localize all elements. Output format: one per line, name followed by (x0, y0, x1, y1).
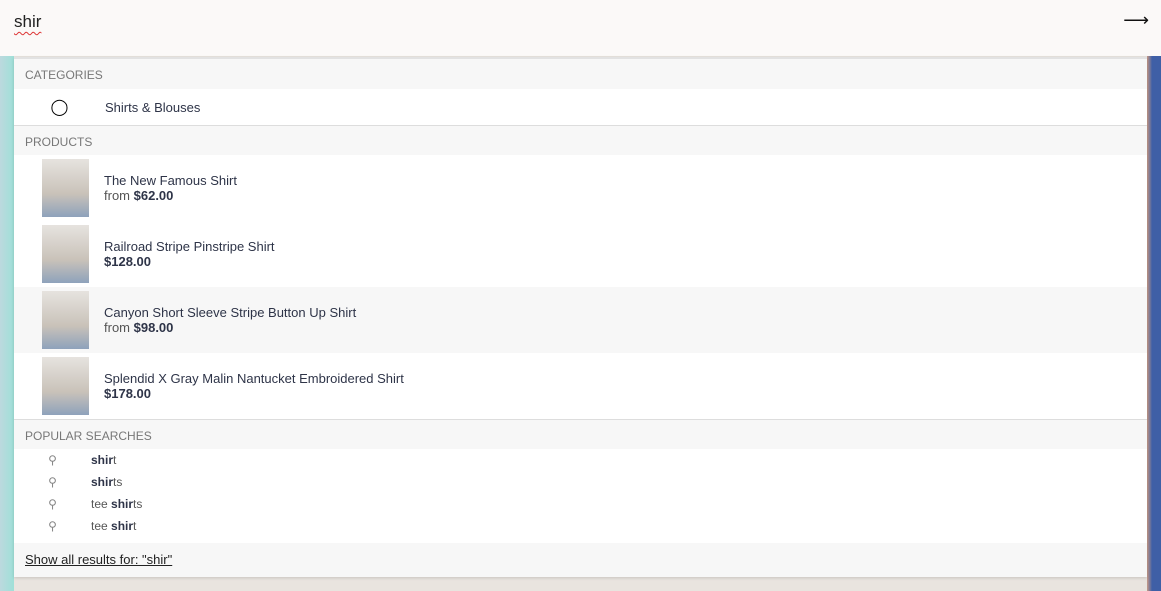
product-name: Splendid X Gray Malin Nantucket Embroide… (104, 371, 404, 386)
product-price: from $62.00 (104, 188, 174, 203)
popular-searches-header: POPULAR SEARCHES (14, 419, 1147, 449)
search-icon: ⚲ (48, 453, 57, 467)
product-price: from $98.00 (104, 320, 174, 335)
product-name: The New Famous Shirt (104, 173, 237, 188)
product-thumbnail (42, 357, 89, 415)
popular-search-label: shirt (91, 453, 117, 467)
popular-search-item[interactable]: ⚲ shirts (14, 471, 1147, 493)
search-suggestions-dropdown: CATEGORIES ◯ Shirts & Blouses PRODUCTS T… (14, 57, 1147, 577)
arrow-right-icon[interactable]: ⟶ (1123, 10, 1149, 31)
categories-header: CATEGORIES (14, 59, 1147, 89)
product-item[interactable]: Canyon Short Sleeve Stripe Button Up Shi… (14, 287, 1147, 353)
popular-search-label: tee shirts (91, 497, 143, 511)
search-icon: ⚲ (48, 497, 57, 511)
search-icon: ⚲ (48, 475, 57, 489)
product-item[interactable]: Railroad Stripe Pinstripe Shirt $128.00 (14, 221, 1147, 287)
product-price: $178.00 (104, 386, 151, 401)
category-item[interactable]: ◯ Shirts & Blouses (14, 89, 1147, 125)
search-input[interactable]: shir (14, 12, 41, 32)
category-label: Shirts & Blouses (105, 99, 201, 115)
show-all-results-link[interactable]: Show all results for: "shir" (14, 543, 1147, 577)
product-price: $128.00 (104, 254, 151, 269)
popular-search-label: shirts (91, 475, 123, 489)
product-item[interactable]: The New Famous Shirt from $62.00 (14, 155, 1147, 221)
product-name: Canyon Short Sleeve Stripe Button Up Shi… (104, 305, 357, 320)
popular-search-label: tee shirt (91, 519, 137, 533)
tag-icon: ◯ (50, 99, 69, 116)
product-item[interactable]: Splendid X Gray Malin Nantucket Embroide… (14, 353, 1147, 419)
product-thumbnail (42, 159, 89, 217)
search-bar: shir ⟶ (0, 0, 1161, 56)
product-thumbnail (42, 225, 89, 283)
popular-search-item[interactable]: ⚲ tee shirts (14, 493, 1147, 515)
product-thumbnail (42, 291, 89, 349)
popular-search-item[interactable]: ⚲ tee shirt (14, 515, 1147, 537)
popular-search-item[interactable]: ⚲ shirt (14, 449, 1147, 471)
search-icon: ⚲ (48, 519, 57, 533)
product-name: Railroad Stripe Pinstripe Shirt (104, 239, 275, 254)
products-header: PRODUCTS (14, 125, 1147, 155)
